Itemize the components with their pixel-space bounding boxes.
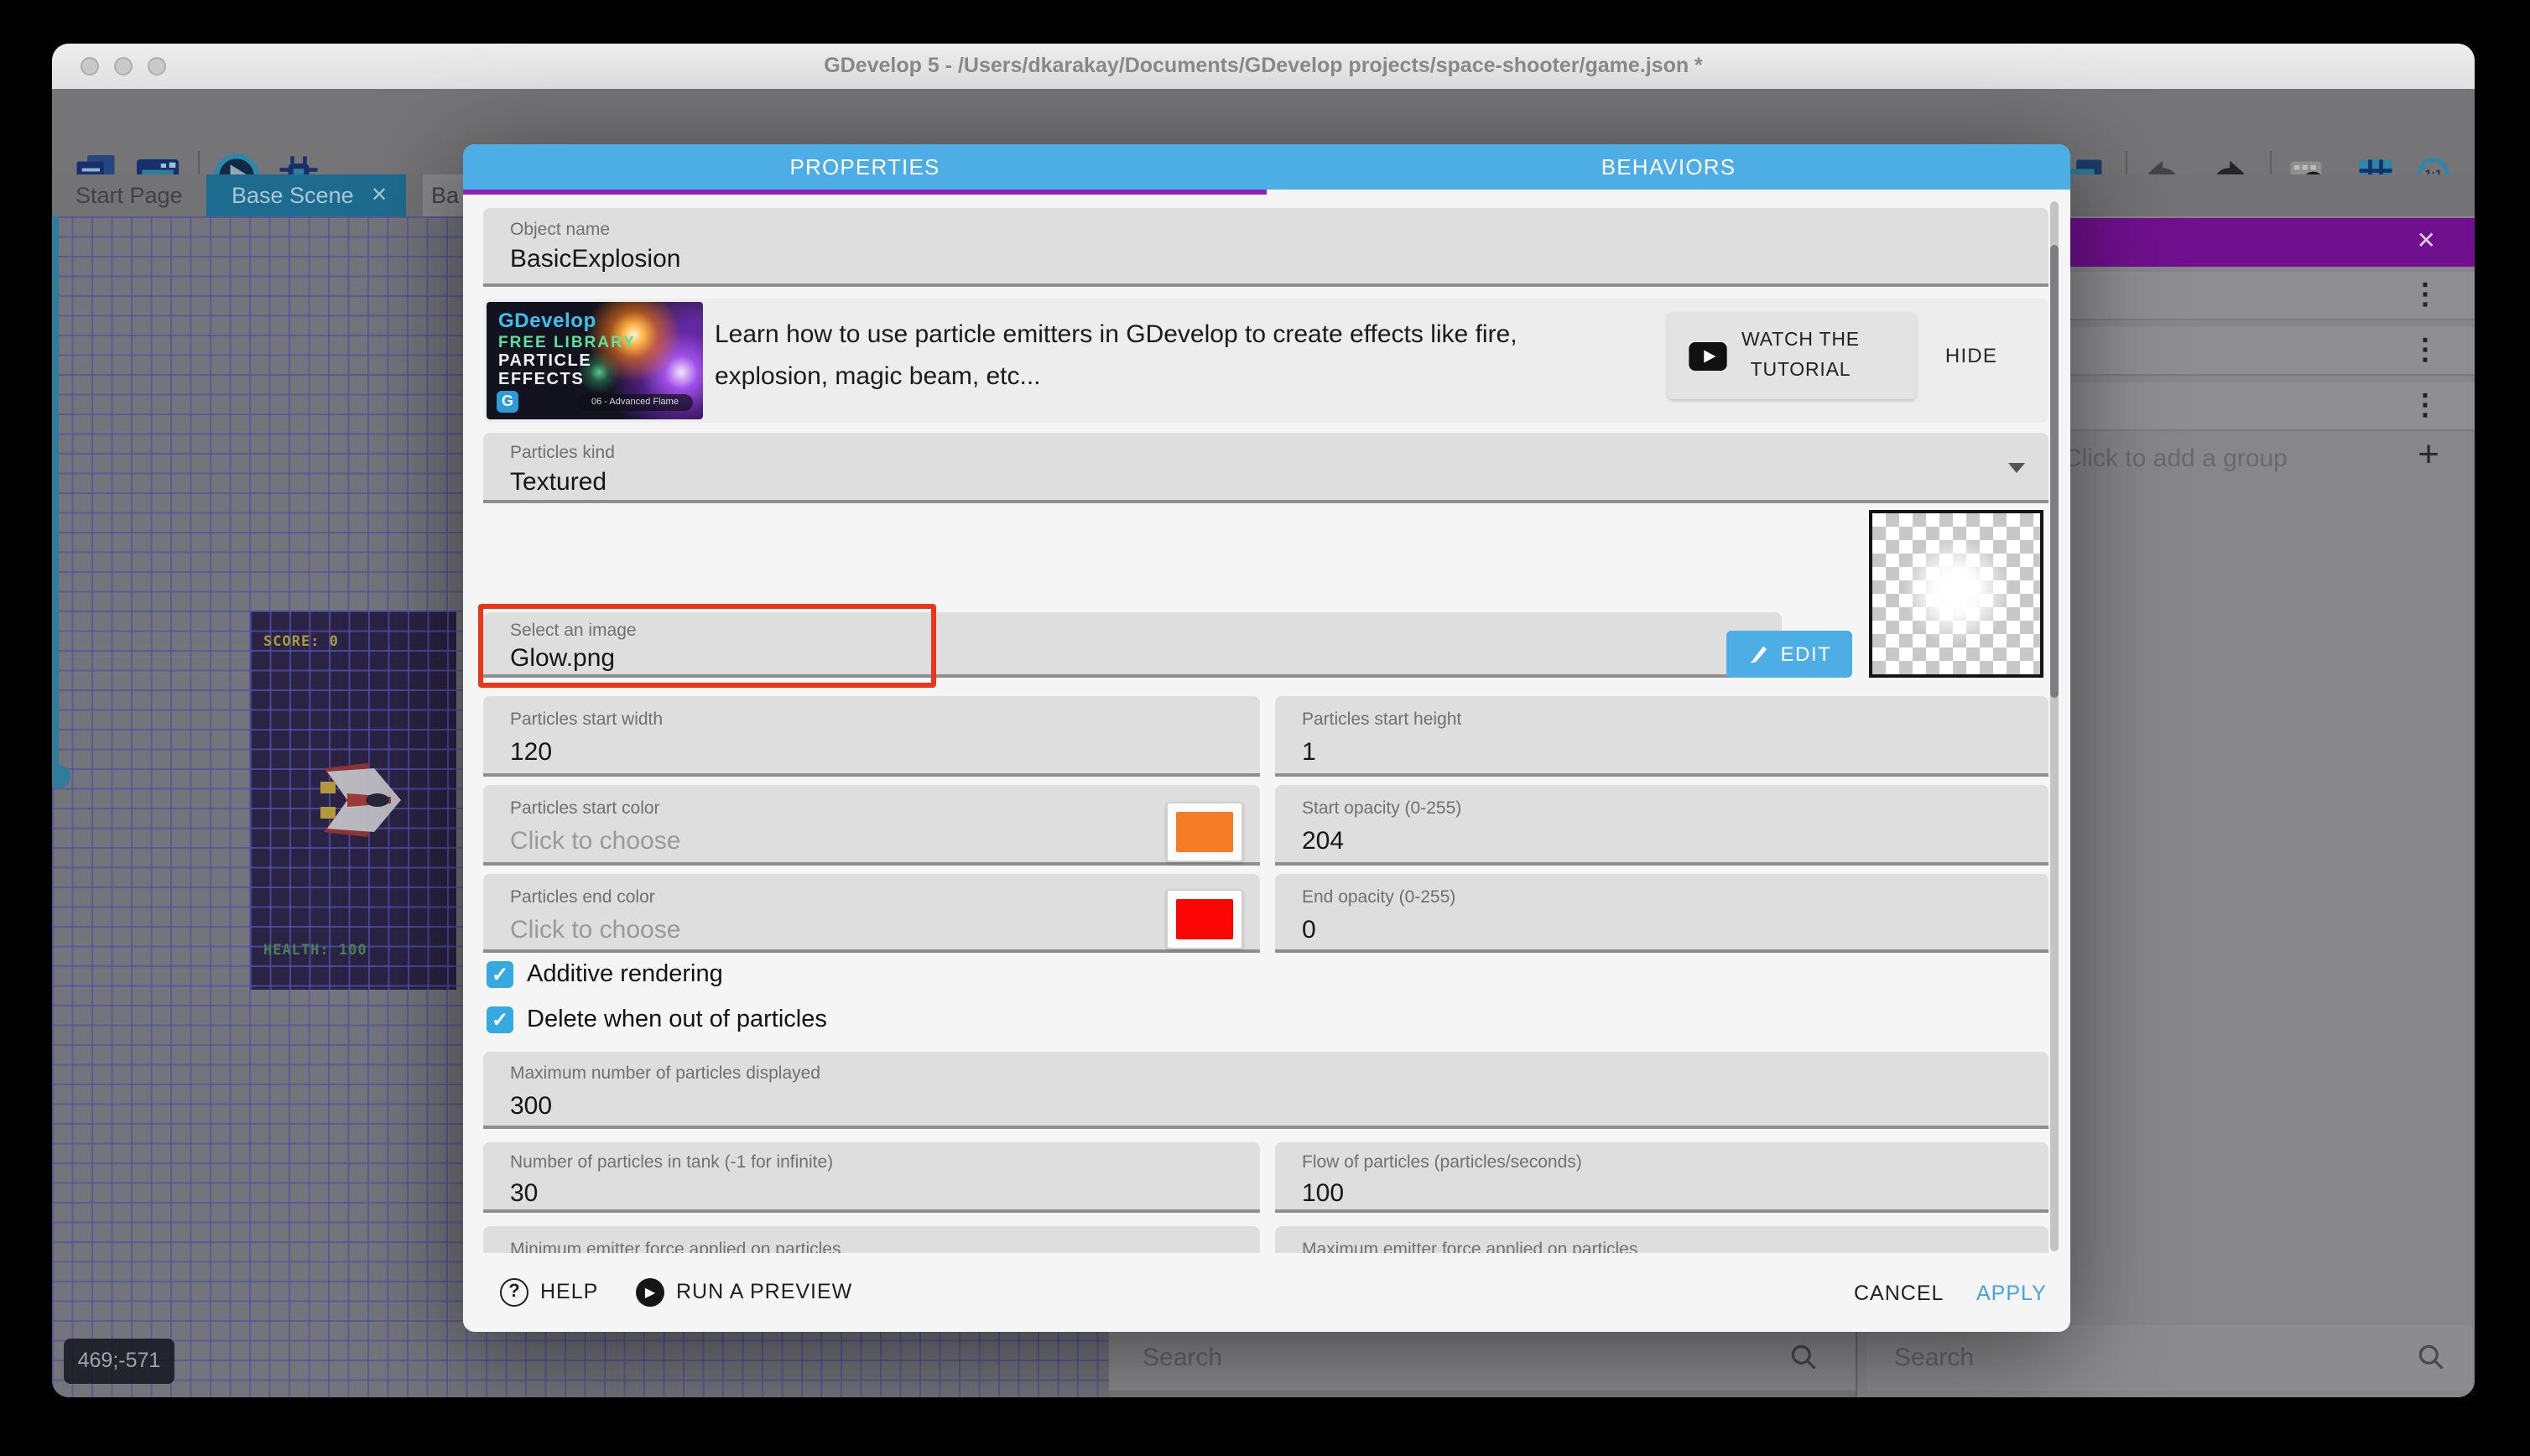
- dialog-footer: ? HELP ▶ RUN A PREVIEW CANCEL APPLY: [463, 1253, 2070, 1332]
- delete-when-out-checkbox[interactable]: ✓: [487, 1006, 513, 1033]
- additive-rendering-label: Additive rendering: [527, 961, 723, 988]
- search-placeholder: Search: [1894, 1344, 1974, 1372]
- particles-end-color-field[interactable]: Particles end color Click to choose: [483, 874, 1260, 953]
- plus-icon[interactable]: +: [2418, 433, 2439, 476]
- particles-kind-select[interactable]: Particles kind Textured: [483, 433, 2048, 503]
- close-panel-icon[interactable]: ✕: [2417, 226, 2436, 255]
- tab-close-icon[interactable]: ✕: [371, 183, 388, 206]
- particles-start-height-field[interactable]: Particles start height 1: [1275, 696, 2048, 777]
- watch-tutorial-label: WATCH THE TUTORIAL: [1741, 325, 1860, 387]
- cancel-button[interactable]: CANCEL: [1854, 1282, 1944, 1305]
- close-window-button[interactable]: [81, 57, 99, 75]
- objects-search-input[interactable]: Search: [1867, 1325, 2473, 1391]
- start-color-swatch[interactable]: [1166, 802, 1243, 862]
- particles-start-color-field[interactable]: Particles start color Click to choose: [483, 785, 1260, 866]
- instances-search-input[interactable]: Search: [1109, 1325, 1856, 1391]
- particles-start-width-field[interactable]: Particles start width 120: [483, 696, 1260, 777]
- hide-banner-button[interactable]: HIDE: [1929, 332, 2013, 379]
- dialog-tab-header: PROPERTIES BEHAVIORS: [463, 144, 2070, 190]
- object-name-value: BasicExplosion: [510, 245, 680, 273]
- delete-when-out-label: Delete when out of particles: [527, 1006, 827, 1033]
- gdevelop-logo: G: [497, 391, 518, 413]
- run-preview-button[interactable]: ▶ RUN A PREVIEW: [636, 1277, 852, 1307]
- particles-kind-label: Particles kind: [510, 443, 615, 463]
- end-color-swatch[interactable]: [1166, 889, 1243, 949]
- end-opacity-field[interactable]: End opacity (0-255) 0: [1275, 874, 2048, 953]
- chevron-down-icon: [2008, 463, 2025, 473]
- additive-rendering-checkbox[interactable]: ✓: [487, 961, 513, 988]
- brush-icon: [1747, 642, 1770, 666]
- particles-flow-field[interactable]: Flow of particles (particles/seconds) 10…: [1275, 1142, 2048, 1213]
- tutorial-text-line2: explosion, magic beam, etc...: [715, 362, 1041, 391]
- edit-button-label: EDIT: [1780, 642, 1831, 666]
- help-icon: ?: [500, 1277, 528, 1306]
- object-properties-dialog: PROPERTIES BEHAVIORS Object name BasicEx…: [463, 144, 2070, 1332]
- game-window-frame: SCORE: 0 HEALTH: 100: [250, 611, 456, 990]
- tutorial-thumbnail[interactable]: GDevelop FREE LIBRARY PARTICLE EFFECTS G…: [487, 302, 703, 419]
- dialog-scrollbar[interactable]: [2050, 201, 2059, 1251]
- screen: GDevelop 5 - /Users/dkarakay/Documents/G…: [0, 0, 2530, 1456]
- health-text: HEALTH: 100: [263, 943, 367, 959]
- tab-partial[interactable]: Ba: [423, 174, 463, 216]
- thumb-brand-text: GDevelop: [498, 309, 596, 332]
- youtube-play-icon: [1688, 341, 1728, 370]
- tab-base-scene[interactable]: Base Scene ✕: [206, 174, 406, 216]
- particles-tank-field[interactable]: Number of particles in tank (-1 for infi…: [483, 1142, 1260, 1213]
- object-name-label: Object name: [510, 220, 610, 240]
- search-icon: [2416, 1342, 2446, 1372]
- search-placeholder: Search: [1143, 1344, 1222, 1372]
- play-icon: ▶: [636, 1277, 664, 1306]
- window-title: GDevelop 5 - /Users/dkarakay/Documents/G…: [52, 44, 2475, 89]
- particles-kind-value: Textured: [510, 468, 606, 497]
- scene-vertical-scrollbar[interactable]: [52, 216, 59, 777]
- thumb-free-text: FREE LIBRARY: [498, 334, 636, 352]
- spaceship-sprite[interactable]: [317, 762, 404, 839]
- particle-image-preview: [1869, 510, 2043, 678]
- thumb-effects-text: EFFECTS: [498, 371, 584, 389]
- end-color-fill: [1176, 899, 1233, 939]
- active-tab-indicator: [463, 190, 1267, 195]
- kebab-menu-icon[interactable]: ⋮: [2411, 278, 2439, 312]
- tutorial-text-line1: Learn how to use particle emitters in GD…: [715, 320, 1517, 349]
- tab-behaviors[interactable]: BEHAVIORS: [1267, 144, 2070, 190]
- dialog-scrollbar-thumb[interactable]: [2050, 245, 2059, 698]
- tab-start-page[interactable]: Start Page: [75, 183, 183, 208]
- scene-scrollbar-thumb[interactable]: [52, 765, 70, 788]
- annotation-highlight-rectangle: [478, 604, 936, 688]
- watch-tutorial-button[interactable]: WATCH THE TUTORIAL: [1668, 312, 1916, 399]
- tutorial-banner: GDevelop FREE LIBRARY PARTICLE EFFECTS G…: [483, 299, 2048, 423]
- kebab-menu-icon[interactable]: ⋮: [2411, 334, 2439, 367]
- help-button[interactable]: ? HELP: [500, 1277, 598, 1307]
- score-text: SCORE: 0: [263, 634, 339, 651]
- title-bar: GDevelop 5 - /Users/dkarakay/Documents/G…: [52, 44, 2475, 91]
- minimize-window-button[interactable]: [114, 57, 133, 75]
- max-particles-field[interactable]: Maximum number of particles displayed 30…: [483, 1052, 2048, 1129]
- add-group-label: Click to add a group: [2064, 445, 2288, 473]
- start-opacity-field[interactable]: Start opacity (0-255) 204: [1275, 785, 2048, 866]
- search-icon: [1788, 1342, 1819, 1372]
- tab-properties[interactable]: PROPERTIES: [463, 144, 1267, 190]
- zoom-window-button[interactable]: [148, 57, 166, 75]
- kebab-menu-icon[interactable]: ⋮: [2411, 389, 2439, 423]
- apply-button[interactable]: APPLY: [1976, 1282, 2047, 1305]
- thumb-particle-text: PARTICLE: [498, 352, 591, 371]
- cursor-coordinates-badge: 469;-571: [64, 1339, 174, 1384]
- start-color-fill: [1176, 812, 1233, 852]
- edit-image-button[interactable]: EDIT: [1726, 631, 1852, 678]
- object-name-field[interactable]: Object name BasicExplosion: [483, 208, 2048, 287]
- thumb-caption: 06 - Advanced Flame: [577, 394, 693, 411]
